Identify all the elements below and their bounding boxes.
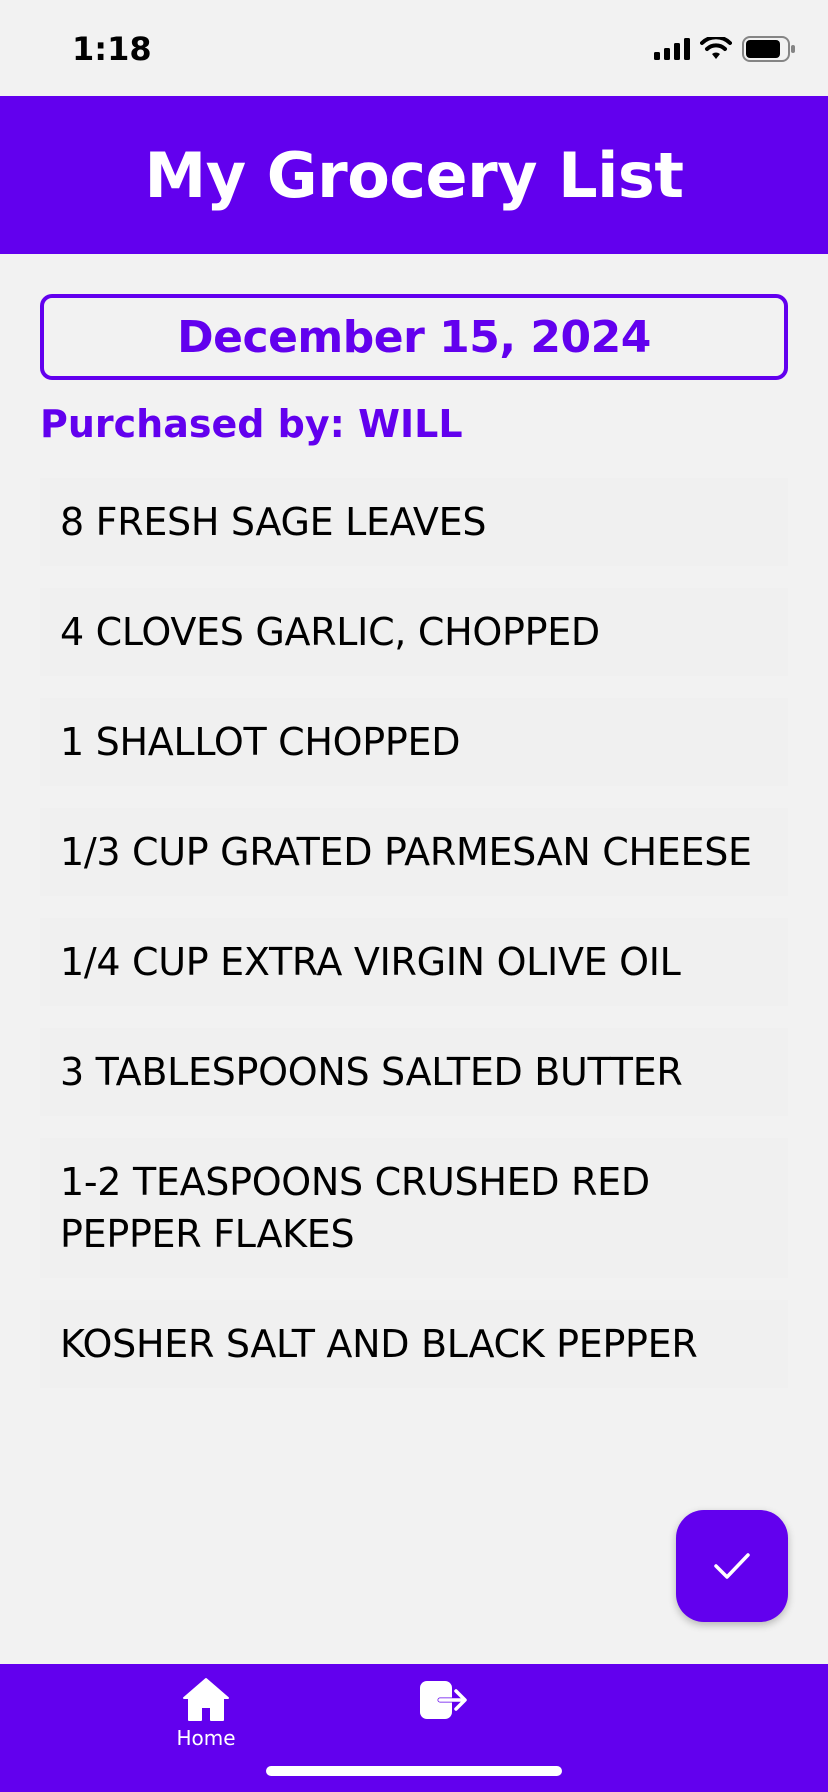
date-text: December 15, 2024 [177,311,651,363]
list-item[interactable]: 1/4 CUP EXTRA VIRGIN OLIVE OIL [40,918,788,1006]
status-icons [654,34,796,64]
app-header: My Grocery List [0,96,828,254]
purchased-by-label: Purchased by: WILL [40,402,463,446]
list-item[interactable]: KOSHER SALT AND BLACK PEPPER [40,1300,788,1388]
list-item[interactable]: 3 TABLESPOONS SALTED BUTTER [40,1028,788,1116]
list-item[interactable]: 1-2 TEASPOONS CRUSHED RED PEPPER FLAKES [40,1138,788,1278]
date-selector[interactable]: December 15, 2024 [40,294,788,380]
nav-logout-button[interactable] [414,1672,474,1728]
list-item[interactable]: 1/3 CUP GRATED PARMESAN CHEESE [40,808,788,896]
home-icon [183,1678,229,1721]
battery-icon [742,36,795,62]
page-title: My Grocery List [144,138,684,212]
list-item[interactable]: 8 FRESH SAGE LEAVES [40,478,788,566]
nav-home-button[interactable]: Home [160,1676,252,1766]
signal-icon [654,38,690,60]
grocery-list: 8 FRESH SAGE LEAVES 4 CLOVES GARLIC, CHO… [40,478,788,1410]
logout-icon [420,1681,467,1719]
confirm-fab-button[interactable] [676,1510,788,1622]
check-icon [714,1553,750,1579]
list-item[interactable]: 1 SHALLOT CHOPPED [40,698,788,786]
wifi-icon [700,37,732,59]
status-time: 1:18 [72,30,152,68]
status-bar: 1:18 [0,0,828,96]
nav-home-label: Home [176,1726,236,1750]
home-indicator [266,1766,562,1776]
list-item[interactable]: 4 CLOVES GARLIC, CHOPPED [40,588,788,676]
